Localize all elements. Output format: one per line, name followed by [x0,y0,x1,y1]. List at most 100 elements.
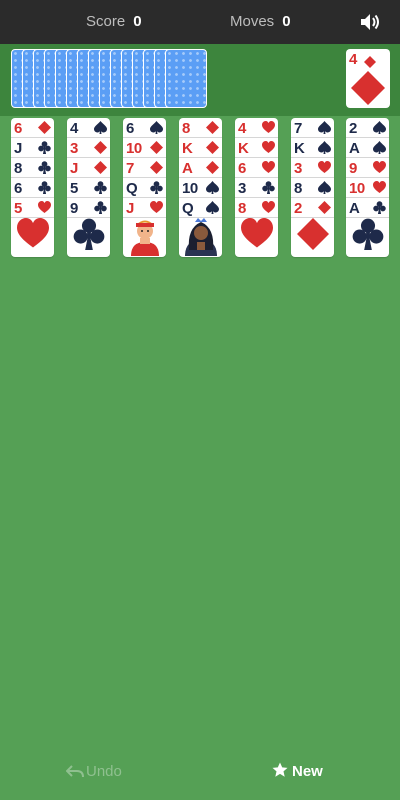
spade-icon [318,141,331,154]
heart-icon [262,201,275,213]
card-rank: 8 [182,120,190,137]
tableau-column[interactable]: 7 K 3 8 2 [291,118,334,257]
tableau-column[interactable]: 4 K 6 3 8 [235,118,278,257]
card-row[interactable]: 3 [67,138,110,158]
card-row[interactable]: 8 [291,178,334,198]
heart-icon [150,201,163,213]
card-row[interactable]: 7 [291,118,334,138]
card-rank: 2 [349,120,357,137]
card-row[interactable]: 10 [123,138,166,158]
card-row[interactable]: 6 [235,158,278,178]
diamond-icon [38,121,51,134]
card-row[interactable]: 9 [346,158,389,178]
diamond-icon [364,56,376,68]
card-rank: 9 [70,200,78,217]
heart-icon [262,141,275,153]
score-display: Score 0 [86,13,142,30]
card-row[interactable]: 2 [291,198,334,218]
card-rank: A [182,160,193,177]
card-row[interactable]: 3 [235,178,278,198]
card-row[interactable]: A [346,138,389,158]
club-icon [373,201,386,214]
card-row[interactable]: 8 [179,118,222,138]
card-rank: Q [182,200,194,217]
card-row[interactable]: 10 [179,178,222,198]
club-icon [38,161,51,174]
foundation-card[interactable]: 4 [346,49,390,108]
card-rank: K [294,140,305,157]
card-row[interactable]: K [291,138,334,158]
card-row[interactable]: 6 [11,118,54,138]
jack-face-icon [131,220,159,256]
card-rank: 5 [70,180,78,197]
card-rank: 7 [294,120,302,137]
tableau-column[interactable]: 6 J 8 6 5 [11,118,54,257]
card-row[interactable]: K [179,138,222,158]
card-row[interactable]: J [67,158,110,178]
club-icon [94,181,107,194]
moves-display: Moves 0 [230,13,291,30]
club-icon [352,218,384,250]
card-rank: 4 [238,120,246,137]
card-row[interactable]: 5 [11,198,54,218]
card-rank: 6 [126,120,134,137]
card-row[interactable]: K [235,138,278,158]
score-label: Score [86,13,126,30]
card-row[interactable]: Q [123,178,166,198]
card-row[interactable]: 6 [123,118,166,138]
tableau-column[interactable]: 6 10 7 Q J [123,118,166,257]
club-icon [150,181,163,194]
tableau-column[interactable]: 2 A 9 10 A [346,118,389,257]
card-rank: 6 [14,120,22,137]
card-row[interactable]: 5 [67,178,110,198]
card-row[interactable]: Q [179,198,222,218]
diamond-icon [150,141,163,154]
heart-icon [373,181,386,193]
diamond-icon [206,121,219,134]
undo-button[interactable]: Undo [65,763,122,780]
new-game-button[interactable]: New [272,762,323,780]
card-rank: J [126,200,134,217]
card-row[interactable]: 8 [11,158,54,178]
card-row[interactable]: A [346,198,389,218]
star-icon [272,762,288,777]
spade-icon [206,201,219,214]
tableau-column[interactable]: 8 K A 10 Q [179,118,222,257]
card-row[interactable]: J [11,138,54,158]
card-row[interactable]: 9 [67,198,110,218]
card-rank: 10 [126,140,142,157]
card-row[interactable]: 7 [123,158,166,178]
card-rank: J [70,160,78,177]
spade-icon [150,121,163,134]
tableau-column[interactable]: 4 3 J 5 9 [67,118,110,257]
spade-icon [318,181,331,194]
card-row[interactable]: 4 [67,118,110,138]
card-row[interactable]: 10 [346,178,389,198]
card-row[interactable]: 4 [235,118,278,138]
foundation-rank: 4 [349,51,358,68]
spade-icon [373,121,386,134]
heart-icon [262,161,275,173]
top-bar: Score 0 Moves 0 [0,0,400,44]
club-icon [94,201,107,214]
undo-label: Undo [86,763,122,780]
card-rank: 3 [238,180,246,197]
card-rank: K [238,140,249,157]
spade-icon [318,121,331,134]
card-rank: 6 [14,180,22,197]
card-row[interactable]: 8 [235,198,278,218]
card-rank: J [14,140,22,157]
heart-icon [318,161,331,173]
card-row[interactable]: 6 [11,178,54,198]
stock-card-back [165,49,207,108]
card-row[interactable]: 3 [291,158,334,178]
card-row[interactable]: A [179,158,222,178]
diamond-icon [94,161,107,174]
card-rank: 3 [70,140,78,157]
card-row[interactable]: J [123,198,166,218]
spade-icon [373,141,386,154]
card-row[interactable]: 2 [346,118,389,138]
spade-icon [94,121,107,134]
speaker-icon[interactable] [359,11,381,33]
card-rank: Q [126,180,138,197]
